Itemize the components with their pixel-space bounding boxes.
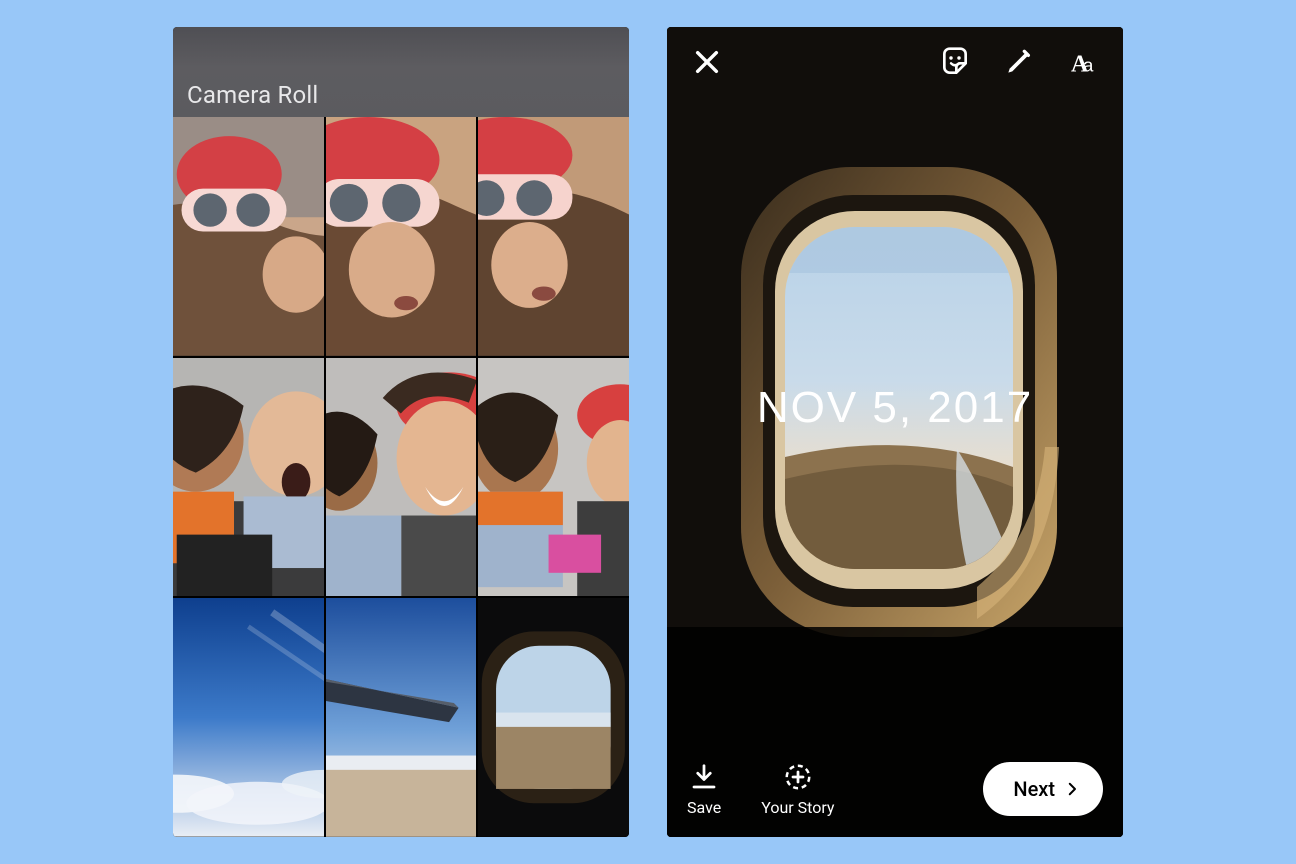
picker-header: Camera Roll [173,27,629,117]
photo-thumbnail[interactable] [173,117,324,356]
draw-icon [1003,46,1035,78]
chevron-right-icon [1063,780,1081,798]
photo-thumbnail[interactable] [173,358,324,597]
your-story-button[interactable]: Your Story [761,762,834,817]
close-button[interactable] [687,42,727,82]
photo-thumbnail[interactable] [478,117,629,356]
text-button[interactable]: A a [1063,42,1103,82]
photo-thumbnail[interactable] [173,598,324,837]
download-icon [689,762,719,792]
photo-thumbnail[interactable] [478,358,629,597]
photo-thumbnail[interactable] [326,598,477,837]
save-label: Save [687,798,721,817]
photo-thumbnail[interactable] [326,358,477,597]
text-icon: A a [1067,46,1099,78]
editor-topbar: A a [667,27,1123,97]
date-sticker[interactable]: NOV 5, 2017 [757,383,1033,433]
photo-thumbnail[interactable] [478,598,629,837]
svg-text:a: a [1083,54,1094,75]
photo-thumbnail[interactable] [326,117,477,356]
next-button[interactable]: Next [983,762,1103,816]
editor-bottombar: Save Your Story Next [667,747,1123,837]
sticker-icon [939,46,971,78]
photo-grid [173,117,629,837]
story-editor-screen: A a NOV 5, 2017 Save [667,27,1123,837]
next-label: Next [1013,777,1055,801]
close-icon [691,46,723,78]
camera-roll-picker-screen: Camera Roll [173,27,629,837]
your-story-label: Your Story [761,798,834,817]
stickers-button[interactable] [935,42,975,82]
save-button[interactable]: Save [687,762,721,817]
draw-button[interactable] [999,42,1039,82]
picker-title[interactable]: Camera Roll [187,81,318,109]
add-story-icon [783,762,813,792]
